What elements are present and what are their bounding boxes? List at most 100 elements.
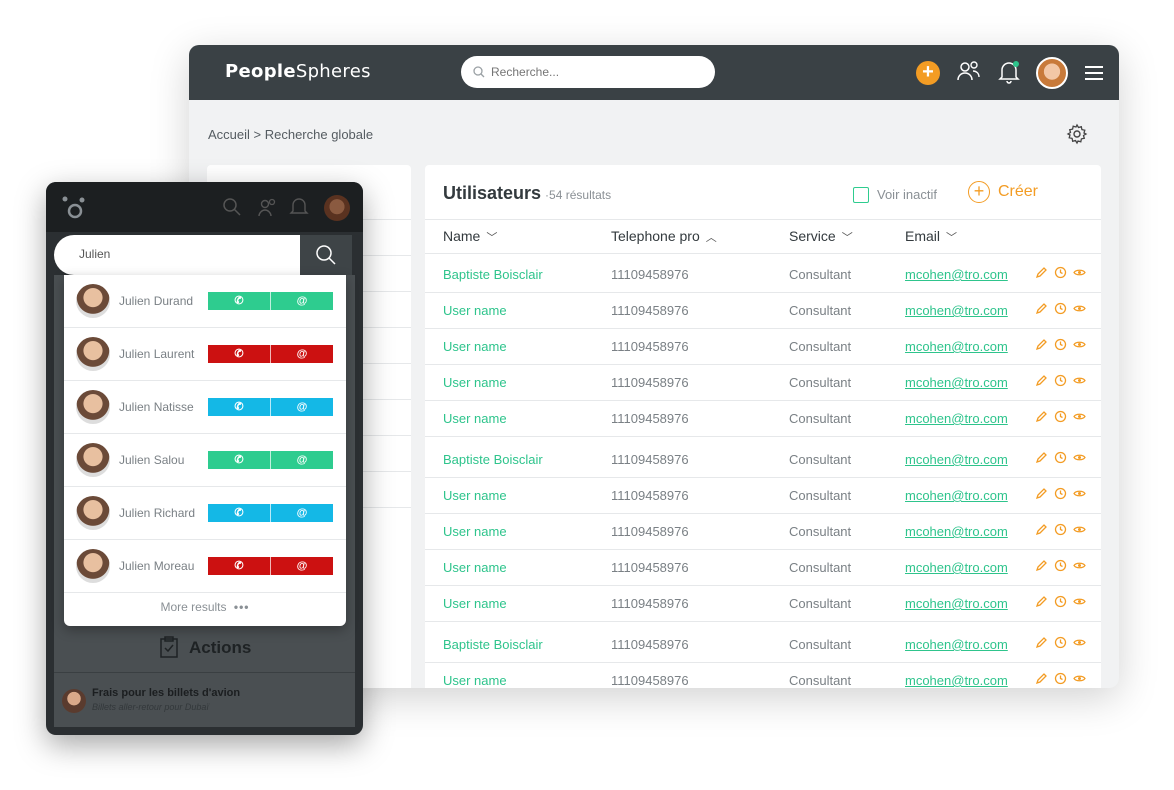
gear-icon[interactable] (1066, 123, 1088, 145)
clock-icon[interactable] (1054, 302, 1067, 315)
clock-icon[interactable] (1054, 374, 1067, 387)
eye-icon[interactable] (1073, 451, 1086, 464)
search-icon[interactable] (222, 197, 242, 217)
user-name-link[interactable]: Baptiste Boisclair (443, 637, 543, 652)
clock-icon[interactable] (1054, 523, 1067, 536)
search-input[interactable] (491, 65, 691, 79)
clock-icon[interactable] (1054, 266, 1067, 279)
email-link[interactable]: mcohen@tro.com (905, 560, 1008, 575)
edit-icon[interactable] (1035, 636, 1048, 649)
table-row[interactable]: User name 11109458976 Consultant mcohen@tro… (425, 549, 1101, 585)
email-button[interactable]: @ (270, 398, 333, 416)
mobile-search[interactable] (54, 235, 300, 275)
edit-icon[interactable] (1035, 559, 1048, 572)
search-result-item[interactable]: Julien Natisse ✆ @ (64, 381, 346, 434)
edit-icon[interactable] (1035, 266, 1048, 279)
edit-icon[interactable] (1035, 410, 1048, 423)
clock-icon[interactable] (1054, 410, 1067, 423)
search-result-item[interactable]: Julien Laurent ✆ @ (64, 328, 346, 381)
search-result-item[interactable]: Julien Durand ✆ @ (64, 275, 346, 328)
clock-icon[interactable] (1054, 338, 1067, 351)
eye-icon[interactable] (1073, 302, 1086, 315)
email-link[interactable]: mcohen@tro.com (905, 411, 1008, 426)
user-name-link[interactable]: User name (443, 411, 507, 426)
clock-icon[interactable] (1054, 636, 1067, 649)
search-result-item[interactable]: Julien Moreau ✆ @ (64, 540, 346, 593)
menu-icon[interactable] (1085, 65, 1103, 81)
clock-icon[interactable] (1054, 595, 1067, 608)
app-logo[interactable]: PeopleSpheres (225, 61, 371, 82)
email-button[interactable]: @ (270, 557, 333, 575)
col-name[interactable]: Name ﹀ (443, 228, 497, 245)
eye-icon[interactable] (1073, 559, 1086, 572)
user-name-link[interactable]: User name (443, 596, 507, 611)
eye-icon[interactable] (1073, 374, 1086, 387)
eye-icon[interactable] (1073, 410, 1086, 423)
call-button[interactable]: ✆ (208, 451, 270, 469)
edit-icon[interactable] (1035, 487, 1048, 500)
call-button[interactable]: ✆ (208, 292, 270, 310)
table-row[interactable]: User name 11109458976 Consultant mcohen@tro… (425, 400, 1101, 436)
user-avatar[interactable] (1036, 57, 1068, 89)
bell-icon[interactable] (997, 59, 1021, 85)
table-row[interactable]: User name 11109458976 Consultant mcohen@tro… (425, 328, 1101, 364)
inactive-label[interactable]: Voir inactif (877, 187, 937, 202)
table-row[interactable]: Baptiste Boisclair 11109458976 Consultant m… (425, 626, 1101, 662)
edit-icon[interactable] (1035, 374, 1048, 387)
mobile-search-button[interactable] (300, 235, 352, 275)
user-name-link[interactable]: Baptiste Boisclair (443, 452, 543, 467)
bell-icon[interactable] (289, 196, 309, 218)
table-row[interactable]: Baptiste Boisclair 11109458976 Consultant m… (425, 441, 1101, 477)
col-service[interactable]: Service ﹀ (789, 228, 853, 245)
global-search[interactable] (461, 56, 715, 88)
search-result-item[interactable]: Julien Richard ✆ @ (64, 487, 346, 540)
email-link[interactable]: mcohen@tro.com (905, 339, 1008, 354)
edit-icon[interactable] (1035, 451, 1048, 464)
more-results-link[interactable]: More results ••• (64, 600, 346, 614)
table-row[interactable]: User name 11109458976 Consultant mcohen@tro… (425, 513, 1101, 549)
users-icon[interactable] (257, 197, 279, 219)
actions-header[interactable]: Actions (46, 628, 363, 668)
user-name-link[interactable]: User name (443, 303, 507, 318)
table-row[interactable]: User name 11109458976 Consultant mcohen@tro… (425, 477, 1101, 513)
table-row[interactable]: User name 11109458976 Consultant mcohen@tro… (425, 292, 1101, 328)
user-name-link[interactable]: User name (443, 375, 507, 390)
user-name-link[interactable]: User name (443, 339, 507, 354)
edit-icon[interactable] (1035, 523, 1048, 536)
users-icon[interactable] (956, 59, 982, 85)
email-link[interactable]: mcohen@tro.com (905, 637, 1008, 652)
email-link[interactable]: mcohen@tro.com (905, 524, 1008, 539)
user-name-link[interactable]: User name (443, 560, 507, 575)
clock-icon[interactable] (1054, 559, 1067, 572)
email-link[interactable]: mcohen@tro.com (905, 452, 1008, 467)
breadcrumb[interactable]: Accueil > Recherche globale (208, 127, 373, 142)
eye-icon[interactable] (1073, 595, 1086, 608)
add-icon[interactable]: + (916, 61, 940, 85)
table-row[interactable]: Baptiste Boisclair 11109458976 Consultant m… (425, 256, 1101, 292)
user-name-link[interactable]: User name (443, 488, 507, 503)
table-row[interactable]: User name 11109458976 Consultant mcohen@tro… (425, 364, 1101, 400)
eye-icon[interactable] (1073, 338, 1086, 351)
email-link[interactable]: mcohen@tro.com (905, 303, 1008, 318)
email-link[interactable]: mcohen@tro.com (905, 673, 1008, 688)
email-link[interactable]: mcohen@tro.com (905, 267, 1008, 282)
user-name-link[interactable]: User name (443, 673, 507, 688)
call-button[interactable]: ✆ (208, 345, 270, 363)
clock-icon[interactable] (1054, 672, 1067, 685)
clock-icon[interactable] (1054, 487, 1067, 500)
email-button[interactable]: @ (270, 345, 333, 363)
email-link[interactable]: mcohen@tro.com (905, 596, 1008, 611)
eye-icon[interactable] (1073, 266, 1086, 279)
email-button[interactable]: @ (270, 451, 333, 469)
edit-icon[interactable] (1035, 302, 1048, 315)
col-email[interactable]: Email ﹀ (905, 228, 957, 245)
eye-icon[interactable] (1073, 672, 1086, 685)
create-button[interactable]: + Créer (968, 181, 1038, 203)
edit-icon[interactable] (1035, 338, 1048, 351)
eye-icon[interactable] (1073, 523, 1086, 536)
col-telephone[interactable]: Telephone pro ︿ (611, 228, 717, 245)
clock-icon[interactable] (1054, 451, 1067, 464)
call-button[interactable]: ✆ (208, 557, 270, 575)
table-row[interactable]: User name 11109458976 Consultant mcohen@tro… (425, 662, 1101, 688)
edit-icon[interactable] (1035, 672, 1048, 685)
